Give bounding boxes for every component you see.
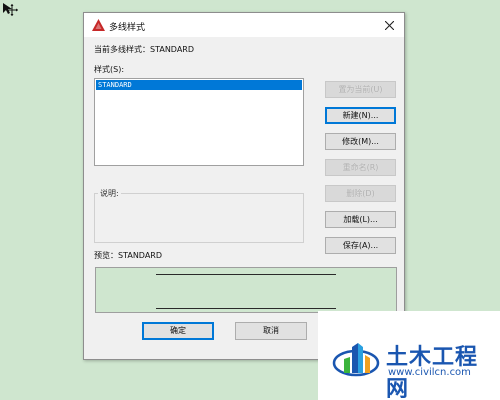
preview-line-top	[156, 274, 336, 275]
description-label: 说明:	[98, 188, 121, 199]
ok-button[interactable]: 确定	[142, 322, 214, 340]
save-button[interactable]: 保存(A)...	[325, 237, 396, 254]
close-button[interactable]	[378, 15, 400, 35]
current-style-label: 当前多线样式：STANDARD	[94, 45, 195, 54]
multiline-style-dialog: 多线样式 当前多线样式：STANDARD 样式(S): STANDARD 置为当…	[83, 12, 405, 360]
preview-pane	[95, 267, 397, 313]
list-item-standard[interactable]: STANDARD	[96, 80, 302, 90]
delete-button[interactable]: 删除(D)	[325, 185, 396, 202]
watermark-logo: 土木工程网 www.civilcn.com	[318, 311, 500, 400]
cancel-button[interactable]: 取消	[235, 322, 307, 340]
autocad-app-icon	[92, 19, 105, 31]
styles-label: 样式(S):	[94, 65, 125, 74]
set-current-button[interactable]: 置为当前(U)	[325, 81, 396, 98]
watermark-url: www.civilcn.com	[388, 367, 471, 378]
dialog-title: 多线样式	[109, 23, 146, 33]
preview-line-bottom	[156, 308, 336, 309]
load-button[interactable]: 加载(L)...	[325, 211, 396, 228]
styles-listbox[interactable]: STANDARD	[94, 78, 304, 166]
civilcn-logo-icon	[332, 343, 380, 377]
modify-button[interactable]: 修改(M)...	[325, 133, 396, 150]
close-icon	[384, 20, 394, 30]
new-button[interactable]: 新建(N)...	[325, 107, 396, 124]
rename-button[interactable]: 重命名(R)	[325, 159, 396, 176]
description-group	[94, 193, 304, 243]
title-bar[interactable]: 多线样式	[84, 13, 404, 37]
preview-label: 预览：STANDARD	[94, 251, 163, 260]
move-crosshair-icon	[6, 4, 18, 16]
